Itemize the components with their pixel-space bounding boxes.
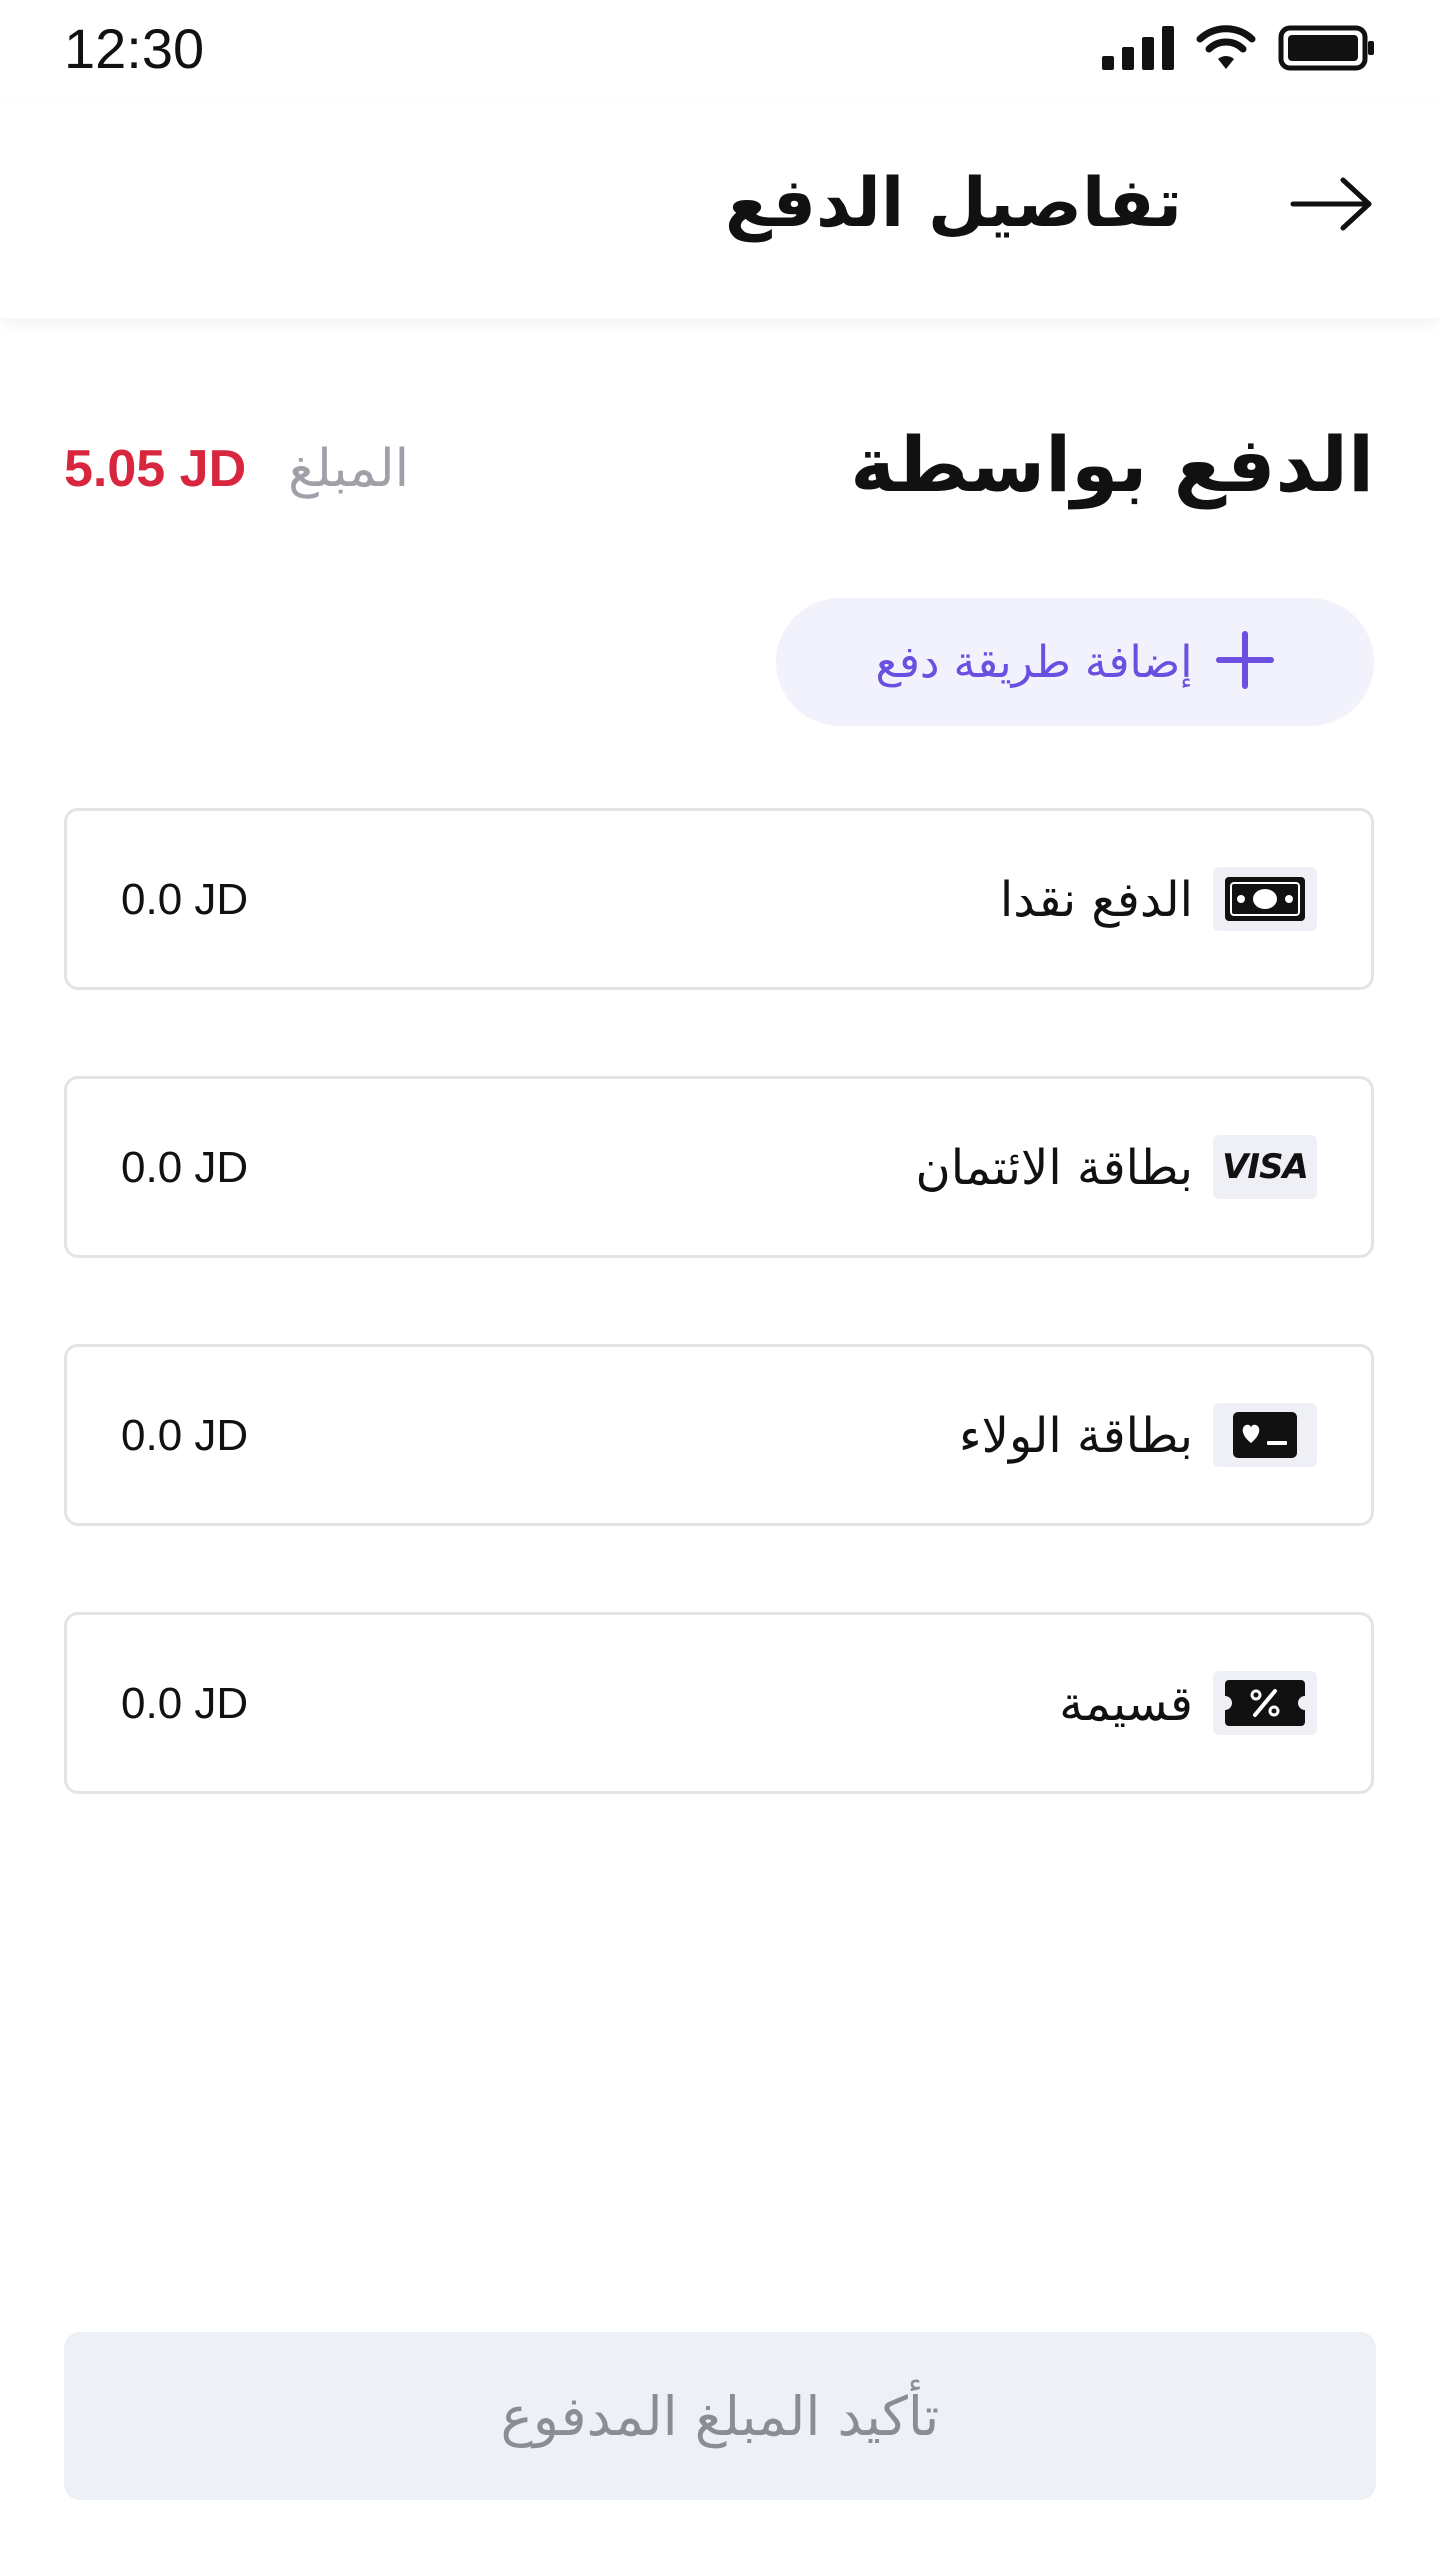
- arrow-right-icon: [1289, 174, 1375, 238]
- payment-method-label: بطاقة الولاء: [959, 1408, 1193, 1464]
- page-title: تفاصيل الدفع: [725, 164, 1182, 243]
- app-header: تفاصيل الدفع: [0, 100, 1440, 318]
- payment-method-voucher[interactable]: قسيمة 0.0 JD: [64, 1612, 1374, 1794]
- add-payment-method-label: إضافة طريقة دفع: [875, 636, 1193, 688]
- confirm-paid-amount-button[interactable]: تأكيد المبلغ المدفوع: [64, 2332, 1376, 2500]
- wifi-icon: [1196, 25, 1256, 75]
- plus-icon: [1215, 630, 1275, 694]
- visa-icon: VISA: [1213, 1135, 1317, 1199]
- visa-logo-text: VISA: [1222, 1147, 1309, 1187]
- add-payment-method-button[interactable]: إضافة طريقة دفع: [776, 598, 1374, 726]
- battery-icon: [1278, 25, 1376, 75]
- confirm-button-label: تأكيد المبلغ المدفوع: [500, 2384, 940, 2448]
- payment-method-label: الدفع نقدا: [999, 872, 1193, 928]
- payment-method-amount: 0.0 JD: [121, 875, 249, 924]
- payment-method-amount: 0.0 JD: [121, 1679, 249, 1728]
- payment-method-amount: 0.0 JD: [121, 1411, 249, 1460]
- payment-method-label: بطاقة الائتمان: [915, 1140, 1193, 1196]
- payment-method-amount: 0.0 JD: [121, 1143, 249, 1192]
- status-time: 12:30: [64, 17, 205, 80]
- payment-method-credit-card[interactable]: VISA بطاقة الائتمان 0.0 JD: [64, 1076, 1374, 1258]
- voucher-icon: [1213, 1671, 1317, 1735]
- payment-method-label: قسيمة: [1059, 1676, 1193, 1732]
- signal-icon: [1102, 26, 1174, 74]
- back-button[interactable]: [1284, 166, 1380, 246]
- payment-method-loyalty-card[interactable]: بطاقة الولاء 0.0 JD: [64, 1344, 1374, 1526]
- amount-value: 5.05 JD: [64, 440, 247, 498]
- status-bar: 12:30: [0, 0, 1440, 100]
- loyalty-card-icon: [1213, 1403, 1317, 1467]
- cash-icon: [1213, 867, 1317, 931]
- status-icons: [1102, 22, 1376, 78]
- amount-label: المبلغ: [288, 439, 410, 499]
- amount-summary: 5.05 JD المبلغ: [64, 424, 409, 514]
- pay-with-title: الدفع بواسطة: [850, 420, 1374, 509]
- payment-method-cash[interactable]: الدفع نقدا 0.0 JD: [64, 808, 1374, 990]
